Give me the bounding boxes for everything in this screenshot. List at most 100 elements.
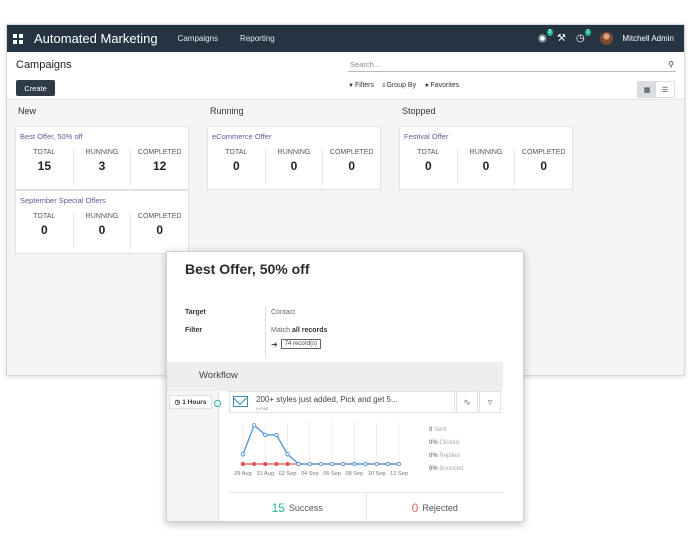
column-stopped: Stopped Festival Offer TOTAL 0 RUNNING 0 C… — [399, 106, 575, 190]
control-panel: Campaigns Create Search... ⚲ ▼Filters ≡G… — [7, 52, 684, 100]
column-title: Stopped — [402, 106, 436, 116]
campaign-name[interactable]: Festival Offer — [400, 127, 572, 144]
view-switcher: ▦ ☰ — [637, 81, 675, 98]
create-button[interactable]: Create — [16, 80, 55, 96]
arrow-right-icon: ➜ — [271, 339, 278, 349]
column-running: Running eCommerce Offer TOTAL 0 RUNNING 0 … — [207, 106, 383, 190]
success-stat[interactable]: 15 Success — [229, 493, 366, 521]
rejected-stat[interactable]: 0 Rejected — [365, 493, 504, 521]
list-view-icon[interactable]: ☰ — [656, 82, 674, 97]
data-point — [341, 461, 346, 467]
campaign-name[interactable]: September Special Offers — [16, 191, 188, 208]
top-navbar: Automated Marketing Campaigns Reporting … — [7, 25, 684, 52]
records-count: 74 record(s) — [280, 339, 322, 349]
stat-running: RUNNING 0 — [456, 149, 515, 186]
campaign-card[interactable]: September Special Offers TOTAL 0 RUNNING 0… — [15, 190, 189, 254]
chat-badge: 5 — [546, 29, 554, 36]
x-tick-label: 04 Sep — [301, 471, 319, 477]
data-point — [374, 461, 379, 467]
column-new: New Best Offer, 50% off TOTAL 15 RUNNING 3… — [15, 106, 191, 254]
menu-reporting[interactable]: Reporting — [240, 34, 275, 43]
mail-icon — [233, 396, 248, 407]
data-point — [251, 423, 257, 428]
stat-running: RUNNING 0 — [72, 213, 131, 250]
app-brand[interactable]: Automated Marketing — [34, 31, 158, 46]
data-point — [296, 461, 301, 467]
group-by-button[interactable]: ≡Group By — [382, 82, 416, 89]
chart-icon[interactable]: ∿ — [456, 391, 478, 413]
trigger-lane — [167, 391, 219, 521]
data-point — [274, 461, 279, 467]
data-point — [240, 461, 246, 467]
data-point — [363, 461, 368, 467]
activity-card[interactable]: 200+ styles just added, Pick and get 5..… — [229, 391, 455, 413]
filter-icon[interactable]: ▿ — [479, 391, 501, 413]
data-point — [285, 461, 290, 467]
avatar[interactable] — [600, 32, 614, 45]
page-title: Campaigns — [16, 59, 72, 71]
search-icon[interactable]: ⚲ — [668, 58, 674, 71]
target-value[interactable]: Contact — [271, 309, 295, 316]
x-tick-label: 02 Sep — [279, 471, 297, 477]
campaign-name[interactable]: eCommerce Offer — [208, 127, 380, 144]
activity-badge: 1 — [584, 29, 592, 36]
chat-icon[interactable]: ◉ 5 — [537, 29, 554, 44]
activity-clock-icon[interactable]: ◷ 1 — [575, 29, 592, 44]
legend-sent: 0 Sent — [429, 427, 447, 433]
x-tick-label: 12 Sep — [390, 471, 408, 477]
x-tick-label: 06 Sep — [323, 471, 341, 477]
rejected-label: Rejected — [422, 503, 458, 513]
x-tick-label: 29 Aug — [234, 471, 251, 477]
campaign-card[interactable]: Festival Offer TOTAL 0 RUNNING 0 COMPLETED… — [399, 126, 573, 190]
legend-replied: 0% Replied — [429, 453, 460, 459]
activity-title[interactable]: 200+ styles just added, Pick and get 5..… — [256, 395, 398, 404]
campaign-name[interactable]: Best Offer, 50% off — [16, 127, 188, 144]
stat-running: RUNNING 0 — [264, 149, 323, 186]
list-icon: ≡ — [382, 83, 386, 89]
data-point — [263, 461, 268, 467]
activity-footer: 15 Success 0 Rejected — [229, 492, 504, 521]
records-button[interactable]: ➜ 74 record(s) — [271, 339, 322, 349]
data-point — [352, 461, 357, 467]
data-point — [318, 461, 324, 467]
trigger-timer[interactable]: ◷ 1 Hours — [169, 395, 212, 409]
activity-type: e-mail — [256, 406, 269, 411]
stat-completed: COMPLETED 0 — [514, 149, 572, 186]
campaign-card[interactable]: Best Offer, 50% off TOTAL 15 RUNNING 3 COM… — [15, 126, 189, 190]
stat-total: TOTAL 0 — [225, 149, 248, 173]
target-label: Target — [185, 309, 206, 316]
stat-total: TOTAL 0 — [417, 149, 440, 173]
stat-total: TOTAL 0 — [33, 213, 56, 237]
apps-menu-icon[interactable] — [13, 33, 23, 44]
data-point — [251, 461, 257, 467]
stat-completed: COMPLETED 0 — [130, 213, 188, 250]
data-point — [307, 461, 313, 467]
success-label: Success — [288, 503, 323, 513]
campaign-card[interactable]: eCommerce Offer TOTAL 0 RUNNING 0 COMPLETE… — [207, 126, 381, 190]
user-name[interactable]: Mitchell Admin — [622, 34, 674, 43]
star-icon: ★ — [424, 83, 430, 89]
workflow-title: Workflow — [199, 370, 238, 381]
series-line-primary — [242, 424, 399, 465]
kanban-view-icon[interactable]: ▦ — [638, 82, 656, 97]
menu-campaigns[interactable]: Campaigns — [178, 34, 218, 43]
workflow-header: Workflow — [167, 362, 503, 391]
stat-completed: COMPLETED 0 — [322, 149, 380, 186]
campaign-title: Best Offer, 50% off — [185, 261, 310, 277]
data-point — [285, 452, 290, 457]
stat-completed: COMPLETED 12 — [130, 149, 188, 186]
stat-total: TOTAL 15 — [33, 149, 56, 173]
chart-legend: 0 Sent 0% Clicked 0% Replied 0% Bounced — [429, 424, 463, 476]
wrench-icon[interactable]: ⚒ — [556, 33, 566, 44]
column-title: Running — [210, 106, 244, 116]
legend-bounced: 0% Bounced — [429, 466, 464, 472]
column-title: New — [18, 106, 37, 116]
filter-value[interactable]: Match all records — [271, 327, 327, 334]
data-point — [329, 461, 335, 467]
filters-button[interactable]: ▼Filters — [348, 82, 374, 89]
data-point — [263, 432, 268, 438]
favorites-button[interactable]: ★Favorites — [424, 82, 459, 89]
funnel-icon: ▼ — [348, 83, 354, 89]
x-tick-label: 08 Sep — [346, 471, 364, 477]
search-input[interactable]: Search... ⚲ — [348, 58, 676, 72]
